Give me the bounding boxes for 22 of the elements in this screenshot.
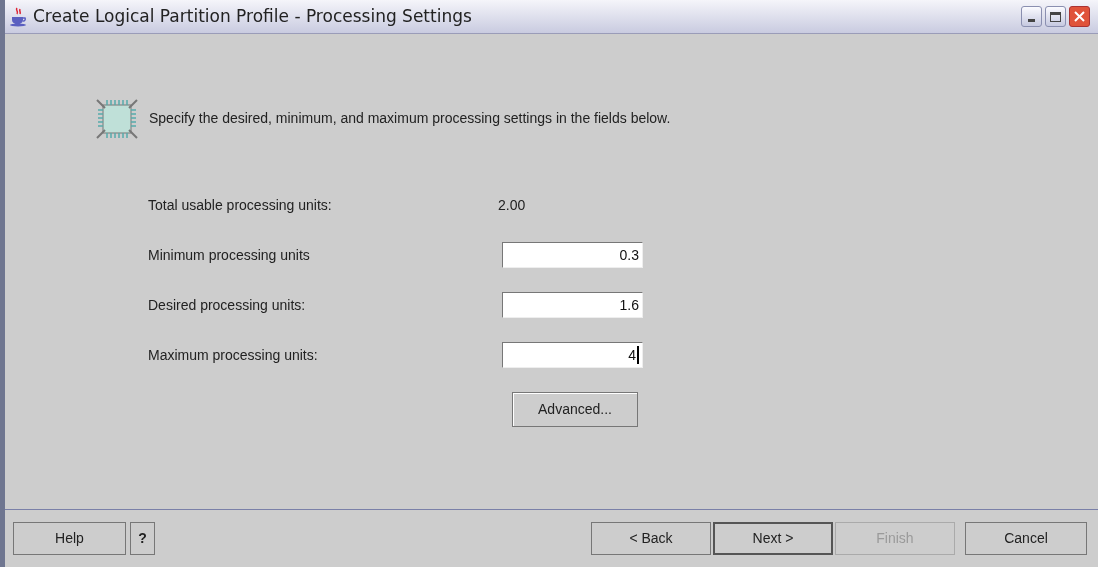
help-icon-button[interactable]: ? bbox=[130, 522, 155, 555]
cancel-button[interactable]: Cancel bbox=[965, 522, 1087, 555]
field-label: Maximum processing units: bbox=[148, 345, 319, 365]
input-field[interactable]: 4 bbox=[502, 342, 643, 368]
minimize-button[interactable] bbox=[1021, 6, 1042, 27]
window-title: Create Logical Partition Profile - Processing Settings bbox=[33, 4, 472, 28]
field-label: Minimum processing units bbox=[148, 245, 311, 265]
coffee-cup-icon bbox=[9, 6, 29, 27]
close-icon bbox=[1073, 10, 1086, 23]
input-field[interactable]: 1.6 bbox=[502, 292, 643, 318]
advanced-button[interactable]: Advanced... bbox=[512, 392, 638, 427]
total-label: Total usable processing units: bbox=[148, 195, 333, 215]
close-button[interactable] bbox=[1069, 6, 1090, 27]
total-value: 2.00 bbox=[498, 195, 526, 215]
chip-icon bbox=[95, 98, 139, 140]
back-button[interactable]: < Back bbox=[591, 522, 711, 555]
field-label: Desired processing units: bbox=[148, 295, 307, 315]
instruction-text: Specify the desired, minimum, and maximum processing settings in the fields below. bbox=[149, 109, 671, 128]
maximize-button[interactable] bbox=[1045, 6, 1066, 27]
next-button[interactable]: Next > bbox=[713, 522, 833, 555]
input-field[interactable]: 0.3 bbox=[502, 242, 643, 268]
help-button[interactable]: Help bbox=[13, 522, 126, 555]
